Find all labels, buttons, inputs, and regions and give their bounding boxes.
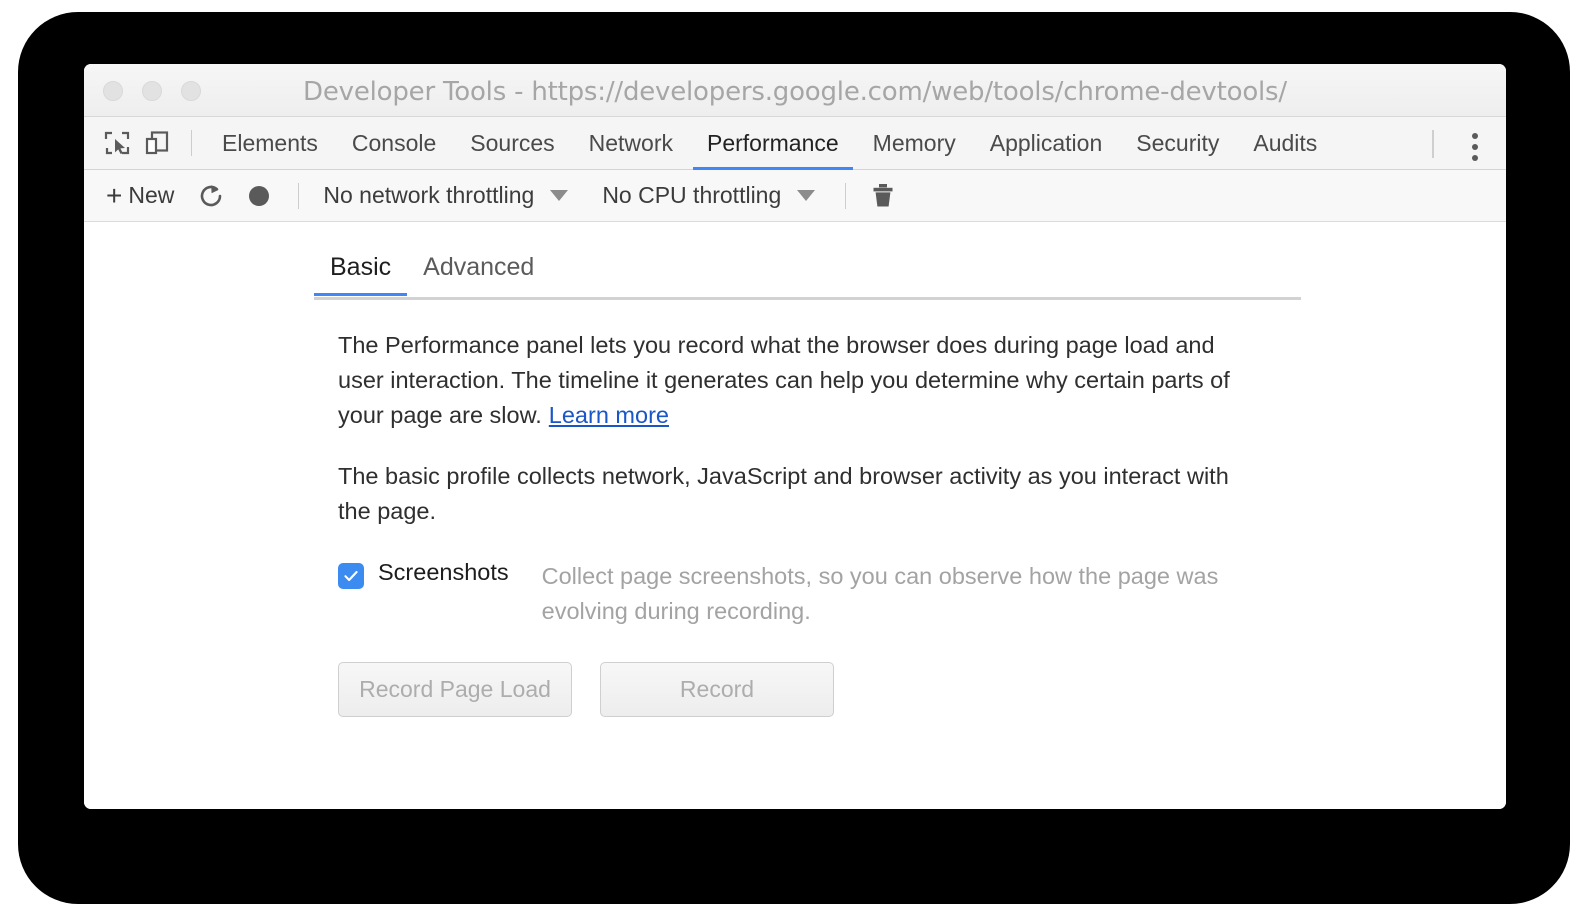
record-page-load-label: Record Page Load [359,676,551,702]
basic-profile-paragraph: The basic profile collects network, Java… [314,459,1262,529]
record-page-load-button[interactable]: Record Page Load [338,662,572,717]
chevron-down-icon [797,190,816,201]
record-buttons-row: Record Page Load Record [314,662,1506,717]
tab-label: Sources [470,129,555,156]
window-title: Developer Tools - https://developers.goo… [303,77,1287,107]
tab-memory[interactable]: Memory [856,117,973,170]
window-titlebar: Developer Tools - https://developers.goo… [84,64,1506,117]
dot [1472,144,1478,150]
tab-label: Application [989,129,1103,156]
tab-label: Console [351,129,437,156]
reload-icon[interactable] [194,179,228,213]
tabstrip-right-divider [1432,130,1434,158]
more-vertical-icon[interactable] [1466,127,1484,167]
subtab-advanced[interactable]: Advanced [407,253,550,293]
plus-icon: + [106,179,123,211]
network-throttling-dropdown[interactable]: No network throttling [319,180,572,211]
subtab-label: Basic [330,253,392,281]
screenshots-description: Collect page screenshots, so you can obs… [541,563,1219,624]
tab-network[interactable]: Network [572,117,690,170]
record-button[interactable]: Record [600,662,834,717]
record-circle-icon[interactable] [242,179,276,213]
learn-more-link[interactable]: Learn more [549,402,669,428]
landing-subtabs: Basic Advanced [314,253,1301,300]
devtools-tabstrip: Elements Console Sources Network Perform… [84,117,1506,170]
dot [1472,155,1478,161]
subtab-label: Advanced [423,253,535,281]
screenshots-checkbox[interactable] [338,563,364,589]
intro-paragraph: The Performance panel lets you record wh… [314,328,1262,433]
subtab-basic[interactable]: Basic [314,253,408,296]
new-recording-button[interactable]: + New [100,179,180,212]
record-label: Record [679,676,755,702]
toolbar-divider-2 [845,182,847,209]
tab-label: Performance [707,129,839,156]
devtools-window: Developer Tools - https://developers.goo… [84,64,1506,809]
intro-paragraph-text: The Performance panel lets you record wh… [338,332,1230,428]
tabstrip-divider [191,130,192,156]
tab-label: Security [1136,129,1220,156]
tab-application[interactable]: Application [973,117,1120,170]
dot [1472,133,1478,139]
tab-elements[interactable]: Elements [205,117,335,170]
inspect-element-icon[interactable] [98,124,136,162]
new-recording-label: New [128,182,175,208]
tab-console[interactable]: Console [335,117,453,170]
tab-label: Elements [222,129,318,156]
cpu-throttling-value: No CPU throttling [602,182,782,208]
tab-security[interactable]: Security [1119,117,1236,170]
trash-icon[interactable] [866,179,900,213]
tab-label: Memory [872,129,956,156]
performance-landing-panel: Basic Advanced The Performance panel let… [84,222,1506,809]
tab-label: Audits [1253,129,1318,156]
tab-sources[interactable]: Sources [453,117,571,170]
basic-profile-text: The basic profile collects network, Java… [338,463,1229,524]
cpu-throttling-dropdown[interactable]: No CPU throttling [598,180,819,211]
tab-label: Network [588,129,673,156]
performance-toolbar: + New No network throttling No CPU throt… [84,170,1506,222]
screenshots-label: Screenshots [378,559,509,585]
check-icon [344,570,358,582]
device-toolbar-icon[interactable] [138,124,176,162]
screenshots-option-row: Screenshots Collect page screenshots, so… [314,559,1506,629]
tab-audits[interactable]: Audits [1236,117,1334,170]
chevron-down-icon [550,190,569,201]
tab-performance[interactable]: Performance [690,117,856,170]
network-throttling-value: No network throttling [323,182,535,208]
toolbar-divider [298,182,300,209]
